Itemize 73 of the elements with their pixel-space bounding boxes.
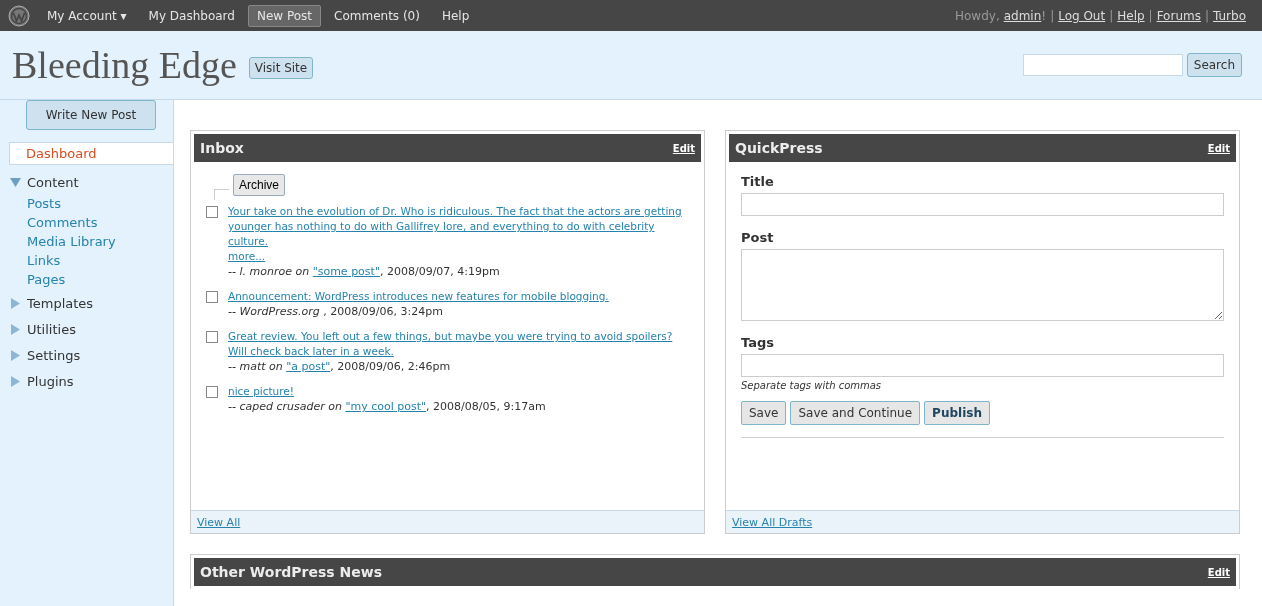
- site-title: Bleeding Edge: [12, 43, 237, 87]
- sidebar-link[interactable]: Posts: [0, 194, 173, 213]
- post-link[interactable]: "some post": [312, 265, 380, 278]
- post-link[interactable]: "my cool post": [345, 400, 427, 413]
- greeting-suffix: !: [1041, 8, 1047, 23]
- comment-byline: -- WordPress.org , 2008/09/06, 3:24pm: [228, 304, 444, 319]
- text-field[interactable]: [741, 354, 1224, 377]
- sidebar-section[interactable]: Settings: [27, 348, 81, 363]
- panel-title: QuickPress: [735, 140, 823, 156]
- visit-site-button[interactable]: Visit Site: [248, 57, 314, 79]
- archive-button[interactable]: Archive: [233, 174, 285, 196]
- publish-button[interactable]: Publish: [924, 401, 990, 425]
- edit-link[interactable]: Edit: [1207, 142, 1230, 154]
- edit-link[interactable]: Edit: [672, 142, 695, 154]
- comment-link[interactable]: Your take on the evolution of Dr. Who is ridiculous. The fact that the actors are getting younger has nothing to do with Gallifrey lore, and everything to do with celebrity culture.: [228, 204, 689, 249]
- sidebar-link[interactable]: Links: [0, 251, 173, 270]
- triangle-right-icon[interactable]: [10, 350, 21, 361]
- sidebar-link[interactable]: Comments: [0, 213, 173, 232]
- save-button[interactable]: Save: [741, 401, 787, 425]
- panel-title: Inbox: [200, 140, 244, 156]
- nav-item[interactable]: Comments (0): [325, 4, 429, 27]
- post-textarea[interactable]: [741, 249, 1224, 321]
- header-link[interactable]: Turbo: [1213, 8, 1246, 23]
- write-post-button[interactable]: Write New Post: [26, 100, 156, 130]
- sidebar-section[interactable]: Plugins: [27, 374, 74, 389]
- field-label: Tags: [741, 335, 775, 350]
- comment-byline: -- matt on "a post", 2008/09/06, 2:46pm: [228, 359, 452, 374]
- sidebar-item[interactable]: Dashboard: [9, 142, 173, 165]
- sidebar-section[interactable]: Templates: [27, 296, 94, 311]
- sidebar-section[interactable]: Utilities: [27, 322, 76, 337]
- field-hint: Separate tags with commas: [741, 380, 883, 391]
- header-link[interactable]: Help: [1117, 8, 1145, 23]
- field-label: Title: [741, 174, 775, 189]
- view-drafts-link[interactable]: View All Drafts: [732, 516, 813, 529]
- separator: |: [1109, 8, 1114, 23]
- text-field[interactable]: [741, 193, 1224, 216]
- comment-link[interactable]: Great review. You left out a few things, but maybe you were trying to avoid spoilers? Will check back later in a week.: [228, 329, 689, 359]
- separator: |: [1204, 8, 1209, 23]
- more-link[interactable]: more...: [228, 249, 689, 264]
- nav-item[interactable]: My Dashboard: [139, 4, 244, 27]
- greeting: Howdy,: [955, 8, 1000, 23]
- sidebar-link[interactable]: Media Library: [0, 232, 173, 251]
- field-label: Post: [741, 230, 775, 245]
- comment-link[interactable]: nice picture!: [228, 384, 546, 399]
- triangle-down-icon[interactable]: [10, 177, 21, 188]
- save-button[interactable]: Save and Continue: [790, 401, 921, 425]
- triangle-right-icon[interactable]: [10, 298, 21, 309]
- sidebar-section[interactable]: Content: [27, 175, 79, 190]
- triangle-right-icon[interactable]: [10, 324, 21, 335]
- header-link[interactable]: Forums: [1156, 8, 1201, 23]
- separator: |: [1148, 8, 1153, 23]
- comment-byline: -- l. monroe on "some post", 2008/09/07, 4:19pm: [228, 264, 501, 279]
- header-link[interactable]: Log Out: [1058, 8, 1106, 23]
- view-all-link[interactable]: View All: [197, 516, 241, 529]
- checkbox[interactable]: [206, 291, 218, 303]
- comment-link[interactable]: Announcement: WordPress introduces new features for mobile blogging.: [228, 289, 609, 304]
- logo-icon[interactable]: [8, 4, 30, 27]
- checkbox[interactable]: [206, 206, 218, 218]
- nav-item[interactable]: Help: [432, 4, 479, 27]
- nav-item[interactable]: New Post: [247, 4, 322, 27]
- user-link[interactable]: admin: [1003, 8, 1042, 23]
- triangle-right-icon[interactable]: [10, 376, 21, 387]
- edit-link[interactable]: Edit: [1207, 566, 1230, 578]
- comment-byline: -- caped crusader on "my cool post", 2008/08/05, 9:17am: [228, 399, 546, 414]
- panel-title: Other WordPress News: [200, 564, 382, 580]
- search-button[interactable]: Search: [1186, 53, 1242, 77]
- checkbox[interactable]: [206, 386, 218, 398]
- separator: |: [1050, 8, 1055, 23]
- sidebar-link[interactable]: Pages: [0, 270, 173, 289]
- checkbox[interactable]: [206, 331, 218, 343]
- nav-item[interactable]: My Account ▾: [38, 4, 136, 27]
- search-field[interactable]: [1022, 54, 1183, 76]
- post-link[interactable]: "a post": [286, 360, 331, 373]
